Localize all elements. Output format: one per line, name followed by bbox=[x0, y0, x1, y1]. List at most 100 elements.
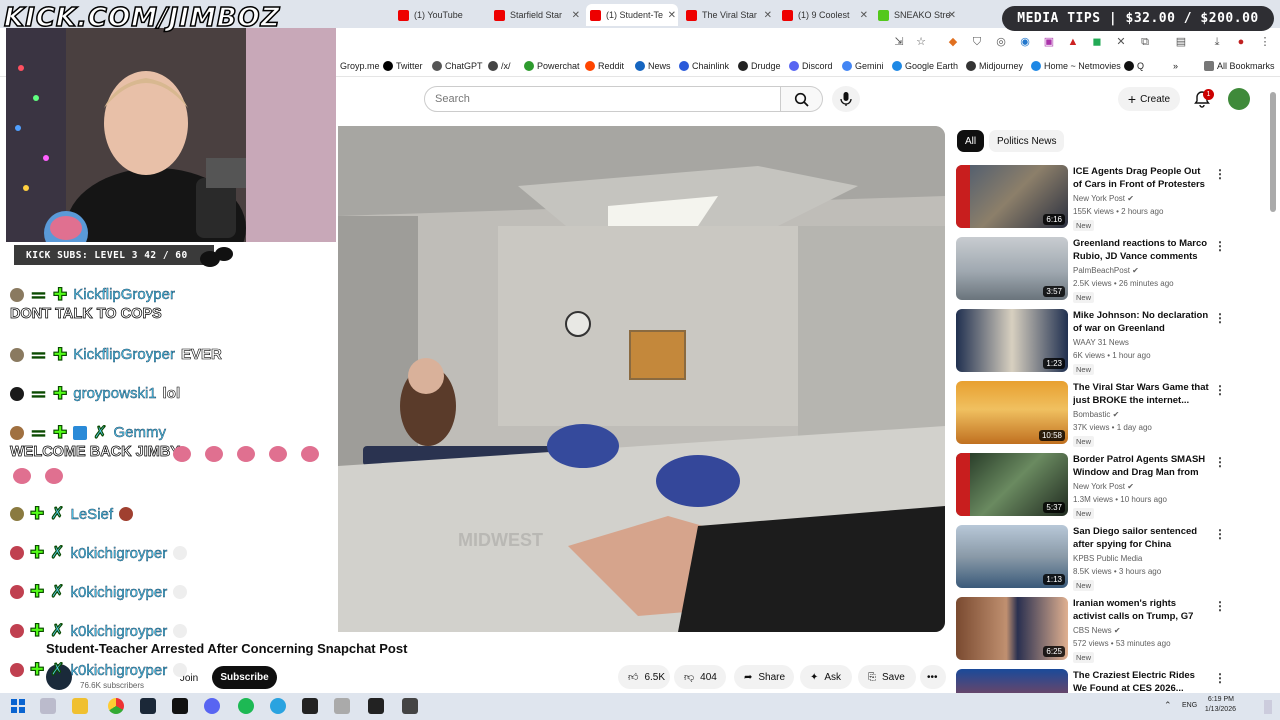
kebab-menu-icon[interactable]: ⋮ bbox=[1214, 455, 1226, 469]
bookmark-chainlink[interactable]: Chainlink bbox=[679, 61, 729, 71]
tab-student-teacher[interactable]: (1) Student-Te ✕ bbox=[586, 4, 678, 26]
downloads-icon[interactable]: ⤓ bbox=[1210, 35, 1224, 49]
clock-time[interactable]: 6:19 PM bbox=[1208, 696, 1234, 703]
recommendation-item[interactable]: The Craziest Electric Rides We Found at … bbox=[956, 669, 1226, 693]
save-button[interactable]: ⎘ Save bbox=[858, 665, 916, 689]
close-icon[interactable]: ✕ bbox=[860, 10, 868, 21]
bookmark-powerchat[interactable]: Powerchat bbox=[524, 61, 580, 71]
tab-youtube[interactable]: (1) YouTube bbox=[398, 4, 486, 26]
bookmark-twitter[interactable]: Twitter bbox=[383, 61, 423, 71]
bookmarks-overflow-icon[interactable]: » bbox=[1173, 61, 1178, 71]
video-thumbnail bbox=[956, 669, 1068, 693]
extension-icon[interactable]: ◼ bbox=[1090, 35, 1104, 49]
create-button[interactable]: + Create bbox=[1118, 87, 1180, 111]
page-scrollbar[interactable] bbox=[1270, 92, 1276, 212]
kebab-menu-icon[interactable]: ⋮ bbox=[1214, 671, 1226, 685]
dislike-button[interactable]: 👎︎ 404 bbox=[674, 665, 726, 689]
kebab-menu-icon[interactable]: ⋮ bbox=[1214, 239, 1226, 253]
obs-icon[interactable] bbox=[302, 698, 318, 714]
steam-icon[interactable] bbox=[140, 698, 156, 714]
bookmark-reddit[interactable]: Reddit bbox=[585, 61, 624, 71]
tab-starfield[interactable]: Starfield Star ✕ bbox=[494, 4, 582, 26]
task-view-icon[interactable] bbox=[40, 698, 56, 714]
install-icon[interactable]: ⇲ bbox=[892, 35, 906, 49]
telegram-icon[interactable] bbox=[270, 698, 286, 714]
windows-start-icon[interactable] bbox=[10, 698, 26, 714]
terminal-icon[interactable] bbox=[172, 698, 188, 714]
recommendation-title: Greenland reactions to Marco Rubio, JD V… bbox=[1073, 238, 1208, 262]
extension-icon[interactable]: ▲ bbox=[1066, 35, 1080, 49]
recommendation-item[interactable]: 5:37 Border Patrol Agents SMASH Window a… bbox=[956, 453, 1226, 519]
tab-sneako[interactable]: SNEAKO Stre ✕ bbox=[878, 4, 958, 26]
puzzle-icon[interactable]: ⧉ bbox=[1138, 35, 1152, 49]
kebab-menu-icon[interactable]: ⋮ bbox=[1214, 527, 1226, 541]
app-icon[interactable] bbox=[402, 698, 418, 714]
recommendation-item[interactable]: 1:13 San Diego sailor sentenced after sp… bbox=[956, 525, 1226, 591]
language-indicator[interactable]: ENG bbox=[1182, 702, 1197, 709]
chip-all[interactable]: All bbox=[957, 130, 985, 152]
close-icon[interactable]: ✕ bbox=[668, 10, 676, 21]
more-actions-button[interactable]: ••• bbox=[920, 665, 946, 689]
recommendation-item[interactable]: 10:58 The Viral Star Wars Game that just… bbox=[956, 381, 1226, 447]
recommendation-item[interactable]: 6:16 ICE Agents Drag People Out of Cars … bbox=[956, 165, 1226, 231]
chrome-icon[interactable] bbox=[108, 698, 124, 714]
extension-icon[interactable]: ▣ bbox=[1042, 35, 1056, 49]
search-icon bbox=[794, 92, 809, 107]
bookmark-netmovies[interactable]: Home ~ Netmovies bbox=[1031, 61, 1121, 71]
bookmark-news[interactable]: News bbox=[635, 61, 671, 71]
bookmark-star-icon[interactable]: ☆ bbox=[914, 35, 928, 49]
recommendation-channel: New York Post ✔ bbox=[1073, 194, 1134, 203]
epic-games-icon[interactable] bbox=[368, 698, 384, 714]
close-icon[interactable]: ✕ bbox=[948, 10, 956, 21]
profile-icon[interactable]: ● bbox=[1234, 35, 1248, 49]
bookmark-google-earth[interactable]: Google Earth bbox=[892, 61, 958, 71]
kebab-menu-icon[interactable]: ⋮ bbox=[1214, 311, 1226, 325]
sidebar-icon[interactable]: ▤ bbox=[1174, 35, 1188, 49]
x-icon[interactable]: ✕ bbox=[1114, 35, 1128, 49]
extension-icon[interactable]: ◎ bbox=[994, 35, 1008, 49]
metamask-icon[interactable]: ◆ bbox=[946, 35, 960, 49]
kebab-menu-icon[interactable]: ⋮ bbox=[1258, 35, 1272, 49]
bookmark-midjourney[interactable]: Midjourney bbox=[966, 61, 1023, 71]
discord-icon[interactable] bbox=[204, 698, 220, 714]
share-button[interactable]: ➦ Share bbox=[734, 665, 794, 689]
recommendation-item[interactable]: 6:25 Iranian women's rights activist cal… bbox=[956, 597, 1226, 663]
tab-viral-star[interactable]: The Viral Star ✕ bbox=[686, 4, 774, 26]
video-player[interactable]: MIDWEST bbox=[338, 126, 945, 632]
recommendation-item[interactable]: 1:23 Mike Johnson: No declaration of war… bbox=[956, 309, 1226, 375]
search-button[interactable] bbox=[781, 86, 823, 112]
spotify-icon[interactable] bbox=[238, 698, 254, 714]
app-icon[interactable] bbox=[334, 698, 350, 714]
ask-button[interactable]: ✦ Ask bbox=[800, 665, 852, 689]
kick-url-overlay: KICK.COM/JIMBOZ bbox=[3, 2, 281, 34]
voice-search-button[interactable] bbox=[832, 86, 860, 112]
tray-chevron-icon[interactable]: ⌃ bbox=[1164, 700, 1172, 711]
bookmark-chatgpt[interactable]: ChatGPT bbox=[432, 61, 483, 71]
bookmark-groyp[interactable]: Groyp.me bbox=[340, 61, 380, 71]
bookmark-gemini[interactable]: Gemini bbox=[842, 61, 884, 71]
like-button[interactable]: 👍︎ 6.5K bbox=[618, 665, 670, 689]
bookmark-drudge[interactable]: Drudge bbox=[738, 61, 781, 71]
kebab-menu-icon[interactable]: ⋮ bbox=[1214, 599, 1226, 613]
chip-politics-news[interactable]: Politics News bbox=[989, 130, 1065, 152]
close-icon[interactable]: ✕ bbox=[764, 10, 772, 21]
recommendation-title: Border Patrol Agents SMASH Window and Dr… bbox=[1073, 454, 1206, 478]
kebab-menu-icon[interactable]: ⋮ bbox=[1214, 167, 1226, 181]
bookmark-x[interactable]: /x/ bbox=[488, 61, 511, 71]
clock-date[interactable]: 1/13/2026 bbox=[1205, 706, 1236, 713]
recommendation-item[interactable]: 3:57 Greenland reactions to Marco Rubio,… bbox=[956, 237, 1226, 303]
bookmark-q[interactable]: Q bbox=[1124, 61, 1144, 71]
shield-icon[interactable]: ⛉ bbox=[970, 35, 984, 49]
kebab-menu-icon[interactable]: ⋮ bbox=[1214, 383, 1226, 397]
user-avatar[interactable] bbox=[1228, 88, 1250, 110]
show-desktop-button[interactable] bbox=[1264, 700, 1272, 714]
bookmark-all[interactable]: All Bookmarks bbox=[1204, 61, 1275, 71]
bookmark-discord[interactable]: Discord bbox=[789, 61, 833, 71]
close-icon[interactable]: ✕ bbox=[572, 10, 580, 21]
chat-message: ✚ ✗ LeSief bbox=[10, 504, 134, 524]
extension-icon[interactable]: ◉ bbox=[1018, 35, 1032, 49]
file-explorer-icon[interactable] bbox=[72, 698, 88, 714]
tab-9-coolest[interactable]: (1) 9 Coolest ✕ bbox=[782, 4, 870, 26]
subscribe-button[interactable]: Subscribe bbox=[212, 666, 277, 689]
search-input[interactable]: Search bbox=[424, 86, 781, 112]
